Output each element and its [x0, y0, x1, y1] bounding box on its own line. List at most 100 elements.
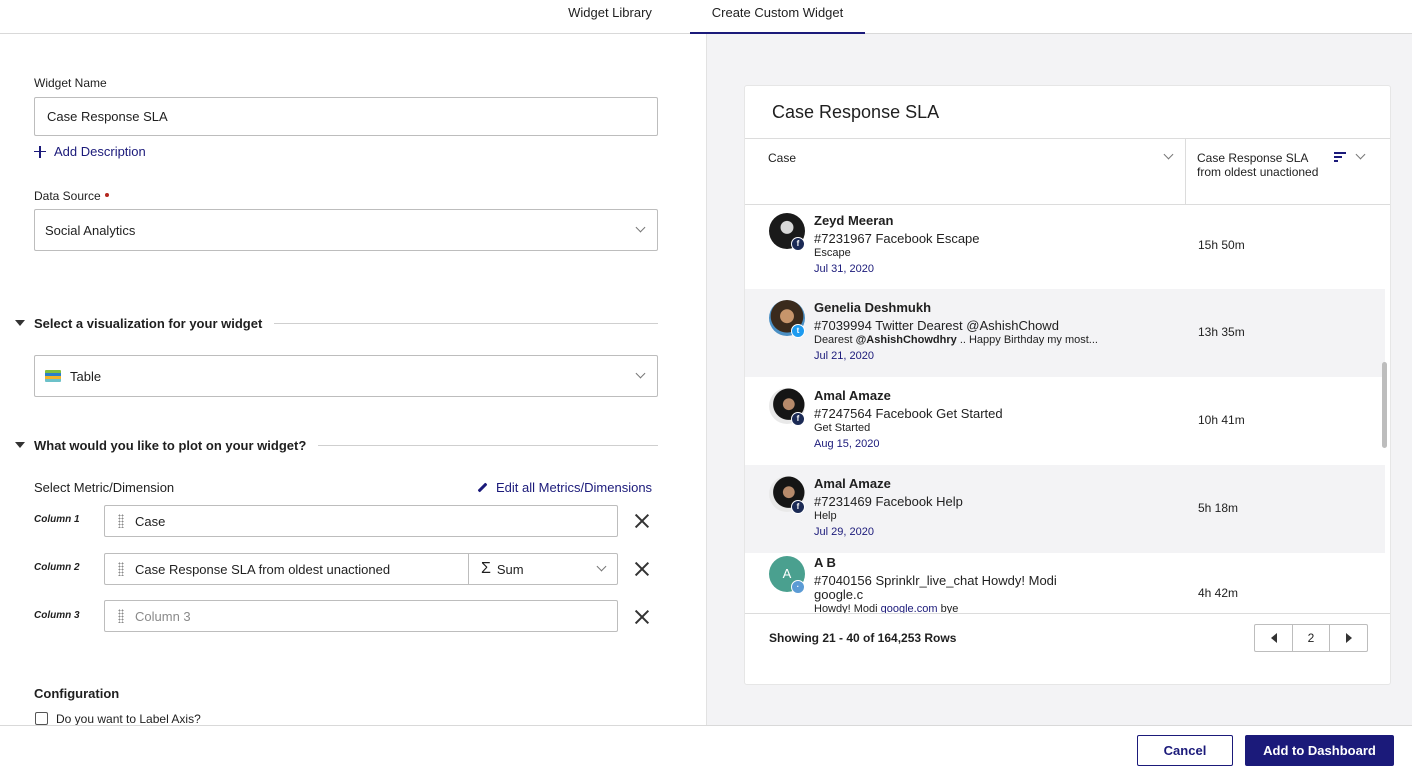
widget-name-value: Case Response SLA	[47, 109, 168, 124]
column-2-field[interactable]: Case Response SLA from oldest unactioned…	[104, 553, 618, 585]
required-indicator	[104, 192, 109, 197]
add-description-button[interactable]: Add Description	[34, 144, 146, 159]
caret-left-icon	[1270, 633, 1277, 643]
divider	[318, 444, 658, 446]
visualization-select[interactable]: Table	[34, 355, 658, 397]
column-separator	[1185, 139, 1186, 205]
row-case-snippet: Escape	[814, 247, 851, 259]
plus-icon	[34, 145, 46, 158]
plot-section-title: What would you like to plot on your widg…	[34, 437, 307, 453]
column-header-sla[interactable]: Case Response SLA from oldest unactioned	[1197, 151, 1327, 179]
row-sla-value: 13h 35m	[1198, 325, 1245, 339]
remove-column-3-button[interactable]	[635, 610, 649, 624]
page-number[interactable]: 2	[1292, 625, 1330, 651]
data-source-value: Social Analytics	[45, 222, 136, 238]
sigma-icon: Σ	[481, 560, 491, 577]
column-3-label: Column 3	[34, 610, 80, 621]
aggregation-value: Sum	[496, 561, 524, 577]
row-case-title: #7231967 Facebook Escape	[814, 231, 980, 246]
next-page-button[interactable]	[1330, 625, 1367, 651]
table-scrollbar[interactable]	[1382, 362, 1387, 448]
table-row[interactable]: A · A B #7040156 Sprinklr_live_chat Howd…	[745, 553, 1385, 613]
row-author: Amal Amaze	[814, 388, 891, 403]
visualization-value: Table	[70, 368, 102, 384]
sort-icon[interactable]	[1334, 152, 1346, 162]
dialog-footer: Cancel Add to Dashboard	[0, 725, 1412, 772]
widget-preview-panel: Case Response SLA Case Case Response SLA…	[706, 34, 1412, 726]
table-row[interactable]: t Genelia Deshmukh #7039994 Twitter Dear…	[745, 289, 1385, 377]
widget-config-panel: Widget Name Case Response SLA Add Descri…	[0, 34, 706, 726]
row-case-snippet: Howdy! Modi google.com bye	[814, 603, 958, 613]
label-axis-question: Do you want to Label Axis?	[56, 712, 201, 726]
row-author: Amal Amaze	[814, 476, 891, 491]
row-sla-value: 15h 50m	[1198, 238, 1245, 252]
previous-page-button[interactable]	[1255, 625, 1292, 651]
remove-column-2-button[interactable]	[635, 562, 649, 576]
preview-card: Case Response SLA Case Case Response SLA…	[744, 85, 1391, 685]
data-source-select[interactable]: Social Analytics	[34, 209, 658, 251]
widget-name-label: Widget Name	[34, 76, 107, 90]
column-1-field[interactable]: Case	[104, 505, 618, 537]
visualization-section-header[interactable]: Select a visualization for your widget	[15, 313, 658, 333]
snippet-text: bye	[937, 603, 959, 613]
caret-down-icon	[15, 320, 25, 326]
row-case-title: #7231469 Facebook Help	[814, 494, 963, 509]
row-case-title: #7040156 Sprinklr_live_chat Howdy! Modi	[814, 573, 1057, 588]
plot-section-header[interactable]: What would you like to plot on your widg…	[15, 435, 658, 455]
table-row[interactable]: f Amal Amaze #7231469 Facebook Help Help…	[745, 465, 1385, 553]
table-row[interactable]: f Amal Amaze #7247564 Facebook Get Start…	[745, 377, 1385, 465]
snippet-link[interactable]: google.com	[881, 603, 938, 613]
metric-dimension-label: Select Metric/Dimension	[34, 480, 175, 495]
row-case-title: #7247564 Facebook Get Started	[814, 406, 1003, 421]
column-header-case[interactable]: Case	[768, 151, 796, 165]
pagination: 2	[1254, 624, 1368, 652]
snippet-text: Howdy! Modi	[814, 603, 881, 613]
chevron-down-icon[interactable]	[1163, 149, 1174, 160]
data-source-label-text: Data Source	[34, 189, 101, 203]
row-sla-value: 4h 42m	[1198, 586, 1239, 600]
tab-widget-library[interactable]: Widget Library	[544, 0, 676, 34]
row-date: Jul 29, 2020	[814, 526, 874, 538]
add-description-label: Add Description	[54, 144, 146, 159]
row-count-summary: Showing 21 - 40 of 164,253 Rows	[769, 631, 957, 645]
row-author: Genelia Deshmukh	[814, 300, 932, 315]
drag-handle-icon[interactable]	[118, 562, 124, 576]
chat-icon: ·	[791, 580, 805, 594]
cancel-button[interactable]: Cancel	[1137, 735, 1233, 766]
twitter-icon: t	[791, 324, 805, 338]
column-1-value: Case	[135, 513, 166, 529]
drag-handle-icon[interactable]	[118, 609, 124, 623]
widget-name-input[interactable]: Case Response SLA	[34, 97, 658, 136]
drag-handle-icon[interactable]	[118, 514, 124, 528]
visualization-section-title: Select a visualization for your widget	[34, 315, 263, 331]
facebook-icon: f	[791, 500, 805, 514]
facebook-icon: f	[791, 237, 805, 251]
label-axis-checkbox[interactable]	[35, 712, 48, 725]
row-date: Jul 31, 2020	[814, 263, 874, 275]
tab-create-custom-widget[interactable]: Create Custom Widget	[690, 0, 865, 35]
chevron-down-icon	[635, 368, 646, 379]
divider	[274, 322, 658, 324]
row-case-snippet: Help	[814, 510, 837, 522]
add-to-dashboard-button[interactable]: Add to Dashboard	[1245, 735, 1394, 766]
table-row[interactable]: f Zeyd Meeran #7231967 Facebook Escape E…	[745, 206, 1385, 294]
row-author: A B	[814, 555, 836, 570]
pencil-icon	[477, 482, 488, 493]
table-footer: Showing 21 - 40 of 164,253 Rows 2	[745, 613, 1390, 684]
remove-column-1-button[interactable]	[635, 514, 649, 528]
edit-all-metrics-link[interactable]: Edit all Metrics/Dimensions	[477, 480, 652, 495]
row-date: Aug 15, 2020	[814, 438, 880, 450]
caret-down-icon	[15, 442, 25, 448]
chevron-down-icon	[596, 561, 607, 572]
configuration-title: Configuration	[34, 686, 120, 701]
facebook-icon: f	[791, 412, 805, 426]
column-1-label: Column 1	[34, 514, 80, 525]
chevron-down-icon[interactable]	[1355, 149, 1366, 160]
row-case-title-cont: google.c	[814, 587, 864, 602]
edit-all-metrics-label: Edit all Metrics/Dimensions	[496, 480, 653, 495]
column-3-placeholder: Column 3	[135, 608, 191, 624]
column-3-field[interactable]: Column 3	[104, 600, 618, 632]
snippet-text: .. Happy Birthday my most...	[956, 334, 1098, 346]
row-date: Jul 21, 2020	[814, 350, 874, 362]
aggregation-select[interactable]: Σ Sum	[468, 553, 618, 585]
